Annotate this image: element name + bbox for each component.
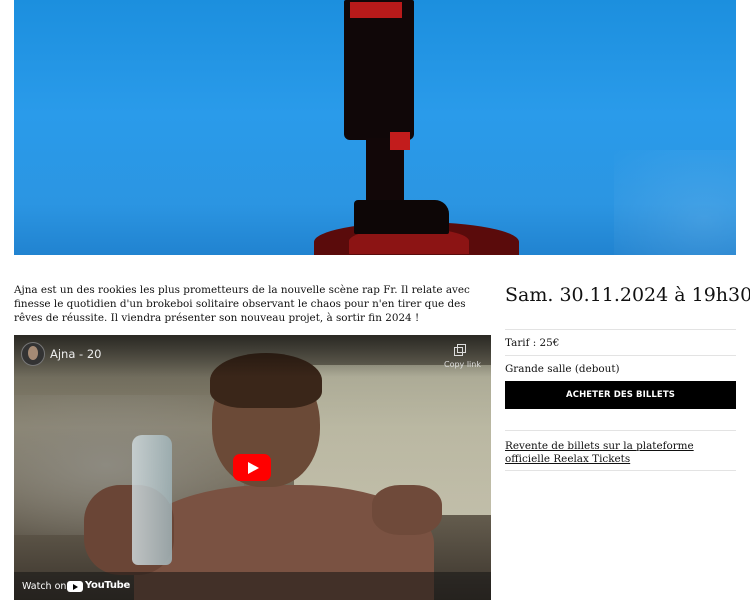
event-date: Sam. 30.11.2024 à 19h30 (505, 284, 750, 306)
youtube-logo-icon[interactable] (67, 581, 83, 592)
copy-icon[interactable] (454, 344, 466, 356)
hero-figure-belt (350, 2, 402, 18)
hero-figure-legs (344, 0, 414, 140)
channel-avatar[interactable] (21, 342, 45, 366)
divider (505, 430, 736, 431)
youtube-wordmark[interactable]: YouTube (85, 580, 130, 591)
resale-link[interactable]: Revente de billets sur la plateforme off… (505, 440, 736, 466)
divider (505, 329, 736, 330)
hero-figure-boot (354, 200, 449, 234)
hero-figure-band (390, 132, 410, 150)
event-description: Ajna est un des rookies les plus promett… (14, 284, 470, 325)
play-icon[interactable] (233, 454, 271, 481)
divider (505, 355, 736, 356)
video-title[interactable]: Ajna - 20 (50, 347, 102, 361)
video-frame-hand (372, 485, 442, 535)
hero-glow (614, 150, 736, 255)
venue-room: Grande salle (debout) (505, 363, 620, 375)
copy-link-label[interactable]: Copy link (444, 360, 481, 369)
hero-image (14, 0, 736, 255)
watch-on-label[interactable]: Watch on (22, 581, 66, 592)
video-frame-bottle (132, 435, 172, 565)
ticket-price: Tarif : 25€ (505, 337, 560, 349)
buy-tickets-button[interactable]: ACHETER DES BILLETS (505, 381, 736, 409)
video-embed[interactable]: Ajna - 20 Copy link Watch on YouTube (14, 335, 491, 600)
divider (505, 470, 736, 471)
